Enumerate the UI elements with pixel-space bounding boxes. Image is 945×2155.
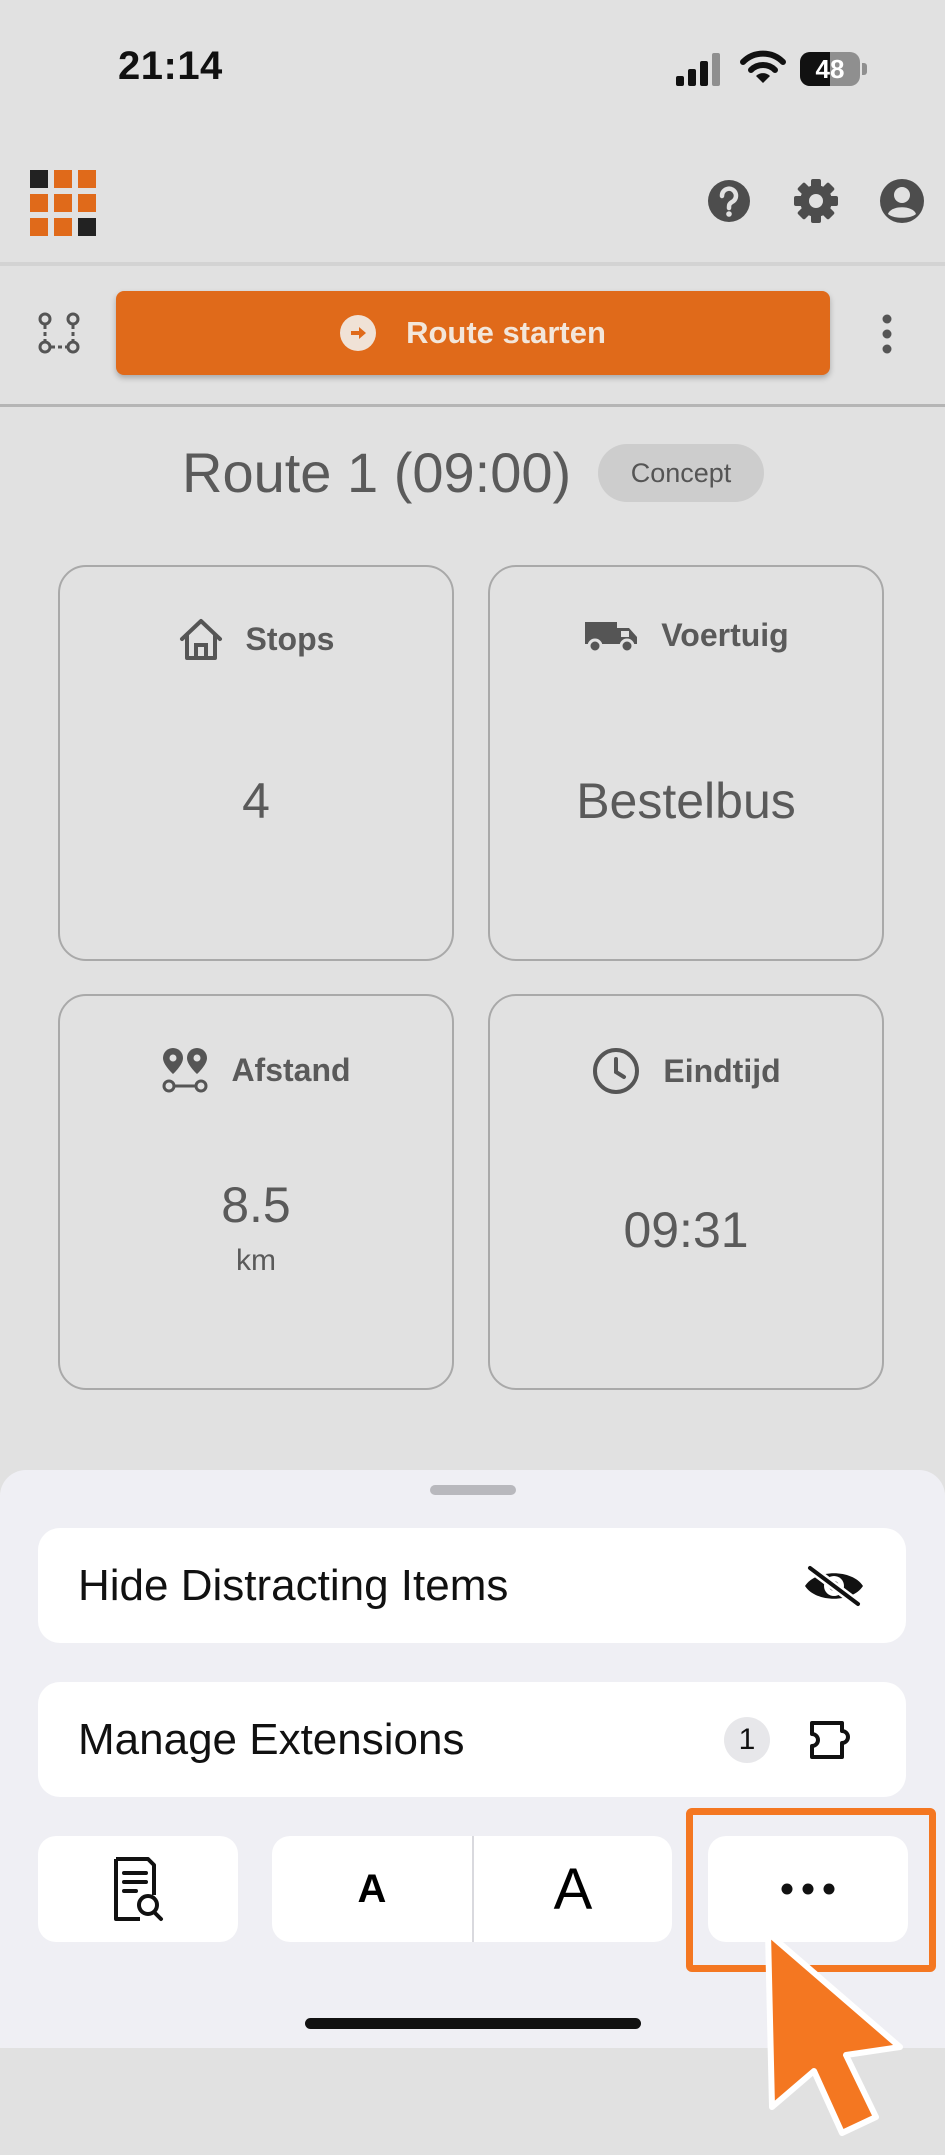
vehicle-card[interactable]: Voertuig Bestelbus xyxy=(488,565,884,961)
app-logo-icon[interactable] xyxy=(30,170,96,236)
end-time-card[interactable]: Eindtijd 09:31 xyxy=(488,994,884,1390)
home-indicator xyxy=(305,2018,641,2029)
distance-card[interactable]: Afstand 8.5 km xyxy=(58,994,454,1390)
cursor-pointer-icon xyxy=(765,1930,903,2136)
arrow-right-circle-icon xyxy=(340,315,377,351)
route-icon[interactable] xyxy=(38,312,80,354)
reader-search-button[interactable] xyxy=(38,1836,238,1942)
document-search-icon xyxy=(114,1857,163,1921)
puzzle-extension-icon xyxy=(810,1720,850,1759)
manage-extensions-label: Manage Extensions xyxy=(78,1714,465,1764)
status-time: 21:14 xyxy=(118,44,223,88)
decrease-text-size-button[interactable]: A xyxy=(272,1836,472,1942)
help-icon[interactable] xyxy=(707,179,751,223)
vehicle-value: Bestelbus xyxy=(576,773,796,829)
stops-label: Stops xyxy=(245,620,335,657)
increase-text-size-button[interactable]: A xyxy=(474,1836,672,1942)
distance-value: 8.5 xyxy=(221,1177,291,1233)
cellular-signal-icon xyxy=(676,53,720,86)
start-route-button[interactable]: Route starten xyxy=(116,291,830,375)
clock-icon xyxy=(593,1048,640,1094)
toolbar-divider xyxy=(0,404,945,407)
hide-distracting-items-button[interactable]: Hide Distracting Items xyxy=(38,1528,906,1643)
battery-tip xyxy=(862,63,867,75)
extensions-count-badge: 1 xyxy=(724,1716,770,1763)
wifi-icon xyxy=(740,50,786,83)
stops-value: 4 xyxy=(242,773,270,829)
account-icon[interactable] xyxy=(879,178,925,224)
truck-icon xyxy=(585,621,638,653)
route-title: Route 1 (09:00) xyxy=(182,441,572,504)
end-time-label: Eindtijd xyxy=(663,1052,781,1089)
home-icon xyxy=(179,619,222,660)
battery-level: 48 xyxy=(815,54,845,84)
settings-gear-icon[interactable] xyxy=(793,178,839,224)
sheet-grabber[interactable] xyxy=(430,1485,516,1495)
eye-slash-icon xyxy=(805,1563,863,1608)
vehicle-label: Voertuig xyxy=(661,617,789,653)
more-vertical-icon[interactable] xyxy=(880,313,894,355)
map-pins-route-icon xyxy=(162,1048,208,1093)
manage-extensions-button[interactable]: Manage Extensions 1 xyxy=(38,1682,906,1797)
appbar-divider xyxy=(0,262,945,266)
hide-distracting-items-label: Hide Distracting Items xyxy=(78,1560,509,1610)
start-route-label: Route starten xyxy=(406,315,606,350)
battery-icon: 48 xyxy=(800,52,860,86)
status-badge: Concept xyxy=(598,444,764,502)
end-time-value: 09:31 xyxy=(623,1202,749,1258)
distance-unit: km xyxy=(236,1244,276,1277)
distance-label: Afstand xyxy=(231,1051,351,1088)
stops-card[interactable]: Stops 4 xyxy=(58,565,454,961)
